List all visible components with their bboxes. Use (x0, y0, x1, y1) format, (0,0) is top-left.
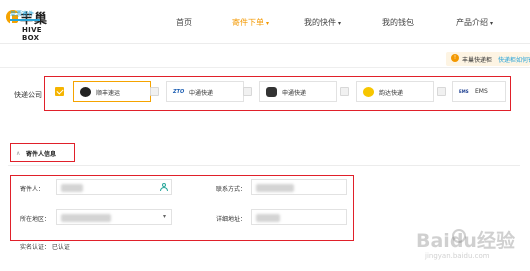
collapse-icon[interactable]: ∧ (16, 150, 20, 157)
contact-label: 联系方式： (216, 186, 247, 193)
sf-express-icon (80, 87, 91, 97)
tab-active-underline (10, 19, 40, 21)
courier-checkbox-yunda[interactable] (340, 87, 349, 96)
courier-name-sto: 申通快递 (282, 90, 307, 97)
courier-name-sf: 顺丰速运 (96, 90, 121, 97)
courier-label: 快递公司 (14, 91, 42, 99)
address-label: 详细地址： (216, 216, 247, 223)
courier-option-yunda[interactable]: 韵达快递 (356, 81, 434, 102)
nav-home[interactable]: 首页 (176, 17, 192, 28)
region-select[interactable]: ▾ (56, 209, 172, 225)
redacted-value (256, 184, 294, 192)
nav-wallet-label: 我的钱包 (382, 18, 414, 27)
nav-products-label: 产品介绍 (456, 18, 488, 27)
baidu-watermark: Baidu经验 (416, 230, 515, 252)
courier-checkbox-zto[interactable] (150, 87, 159, 96)
contact-person-icon[interactable] (160, 183, 168, 191)
courier-name-yunda: 韵达快递 (379, 90, 404, 97)
contact-input[interactable] (251, 179, 347, 195)
nav-wallet[interactable]: 我的钱包 (382, 17, 414, 28)
redacted-value (61, 214, 111, 222)
chevron-down-icon: ▾ (163, 213, 167, 220)
nav-products[interactable]: 产品介绍 ▾ (456, 17, 493, 28)
courier-option-zto[interactable]: ZTO 中通快递 (166, 81, 244, 102)
yunda-icon (363, 87, 374, 97)
baidu-watermark-url: jingyan.baidu.com (425, 252, 490, 260)
courier-checkbox-sf[interactable] (55, 87, 64, 96)
courier-option-sto[interactable]: 申通快递 (259, 81, 337, 102)
nav-send[interactable]: 寄件下单 ▾ (232, 17, 269, 28)
info-icon: ! (451, 54, 459, 62)
notice-link[interactable]: 快递柜如何寄 (498, 55, 530, 64)
sender-name-input[interactable] (56, 179, 172, 195)
region-label: 所在地区： (20, 216, 51, 223)
courier-checkbox-ems[interactable] (437, 87, 446, 96)
brand-name-en: HIVE BOX (22, 26, 42, 42)
tab-single-send[interactable]: 单票寄件 (10, 9, 34, 18)
verification-status: 实名认证： 已认证 (20, 244, 70, 251)
zto-icon: ZTO (173, 87, 185, 97)
notice-title: 丰巢快递柜 (462, 57, 493, 64)
redacted-value (61, 184, 83, 192)
nav-home-label: 首页 (176, 18, 192, 27)
courier-option-ems[interactable]: EMS EMS (452, 81, 506, 102)
ems-icon: EMS (459, 87, 470, 97)
nav-my-parcels[interactable]: 我的快件 ▾ (304, 17, 341, 28)
courier-checkbox-sto[interactable] (243, 87, 252, 96)
redacted-value (256, 214, 280, 222)
address-input[interactable] (251, 209, 347, 225)
sender-section-title: 寄件人信息 (26, 151, 57, 158)
baidu-paw-icon (452, 229, 466, 243)
sender-section-header (8, 144, 520, 166)
sto-icon (266, 87, 277, 97)
courier-name-ems: EMS (475, 88, 488, 95)
courier-name-zto: 中通快递 (189, 90, 214, 97)
chevron-down-icon: ▾ (490, 20, 494, 27)
sender-name-label: 寄件人： (20, 186, 45, 193)
chevron-down-icon: ▾ (266, 20, 270, 27)
nav-send-label: 寄件下单 (232, 18, 264, 27)
nav-my-parcels-label: 我的快件 (304, 18, 336, 27)
top-header: 丰巢 HIVE BOX 首页 寄件下单 ▾ 我的快件 ▾ 我的钱包 产品介绍 ▾ (0, 0, 530, 44)
courier-option-sf[interactable]: 顺丰速运 (73, 81, 151, 102)
chevron-down-icon: ▾ (338, 20, 342, 27)
